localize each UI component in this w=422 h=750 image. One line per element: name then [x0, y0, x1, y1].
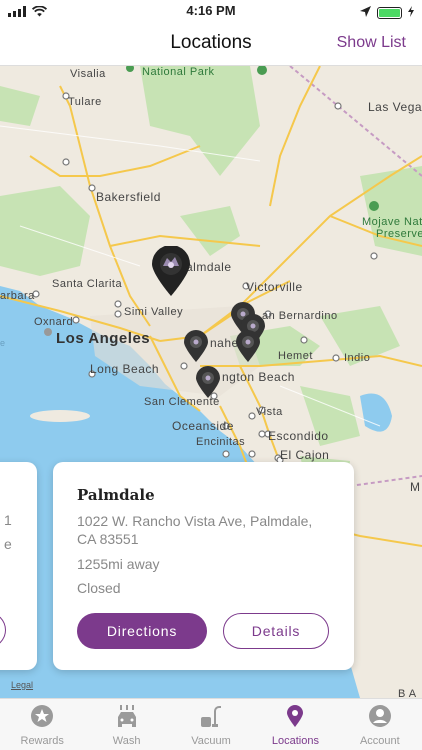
location-distance: 1255mi away	[77, 556, 160, 572]
show-list-button[interactable]: Show List	[337, 34, 406, 52]
map-label-los-angeles: Los Angeles	[56, 330, 151, 347]
tab-bar: Rewards Wash Vacuum Locations Account	[0, 698, 422, 750]
map-label-victorville: Victorville	[246, 280, 303, 294]
map-legal-link[interactable]: Legal	[11, 680, 33, 690]
tab-locations[interactable]: Locations	[253, 699, 337, 750]
tab-wash[interactable]: Wash	[84, 699, 168, 750]
charging-icon	[408, 4, 414, 22]
vacuum-icon	[199, 705, 223, 732]
map-label-visalia: Visalia	[70, 68, 106, 80]
car-wash-icon	[115, 705, 139, 732]
location-status: Closed	[77, 580, 121, 596]
map-label-encinitas: Encinitas	[196, 436, 246, 448]
map-label-huntington-beach: ngton Beach	[222, 370, 295, 384]
map-label-edge-e: e	[0, 338, 6, 348]
map-label-el-cajon: El Cajon	[280, 448, 330, 462]
map-label-long-beach: Long Beach	[90, 362, 160, 376]
tab-rewards-label: Rewards	[20, 735, 64, 747]
map-label-indio: Indio	[344, 352, 371, 364]
map-label-palmdale: almdale	[186, 260, 232, 274]
tab-locations-label: Locations	[271, 735, 319, 747]
map-label-bakersfield: Bakersfield	[96, 190, 161, 204]
map-label-san-bernardino: an Bernardino	[262, 310, 338, 322]
account-icon	[368, 705, 391, 732]
location-pin-icon	[287, 705, 304, 732]
tab-vacuum[interactable]: Vacuum	[169, 699, 253, 750]
map-label-vista: Vista	[256, 406, 283, 418]
prev-card-details-button[interactable]	[0, 612, 6, 648]
map-label-tulare: Tulare	[68, 96, 102, 108]
map-label-national-park: National Park	[142, 66, 215, 78]
details-button[interactable]: Details	[223, 613, 329, 649]
prev-card-address-fragment: 1	[4, 512, 12, 528]
tab-vacuum-label: Vacuum	[191, 735, 231, 747]
map-label-edge-ba: B A	[398, 688, 417, 698]
directions-button[interactable]: Directions	[77, 613, 207, 649]
map-label-santa-clarita: Santa Clarita	[52, 278, 123, 290]
map-label-simi-valley: Simi Valley	[124, 306, 184, 318]
tab-account-label: Account	[359, 735, 400, 747]
map-label-escondido: Escondido	[268, 429, 329, 443]
map-label-edge-m: M	[410, 480, 421, 494]
tab-account[interactable]: Account	[338, 699, 422, 750]
map-label-las-vegas: Las Vega	[368, 100, 422, 114]
map-label-hemet: Hemet	[278, 350, 313, 362]
prev-card-address-fragment-2: e	[4, 536, 12, 552]
navigation-bar: Locations Show List	[0, 22, 422, 66]
map-label-oxnard: Oxnard	[34, 316, 74, 328]
map-label-oceanside: Oceanside	[172, 419, 234, 433]
map-label-preserve: Preserve	[376, 228, 422, 240]
location-arrow-icon	[360, 4, 371, 22]
status-bar: 4:16 PM	[0, 0, 422, 22]
tab-rewards[interactable]: Rewards	[0, 699, 84, 750]
map-label-mojave: Mojave Natio	[362, 216, 422, 228]
location-address: 1022 W. Rancho Vista Ave, Palmdale, CA 8…	[77, 513, 313, 547]
status-right	[360, 4, 414, 22]
location-card[interactable]: Palmdale 1022 W. Rancho Vista Ave, Palmd…	[53, 462, 354, 670]
status-time: 4:16 PM	[186, 3, 236, 18]
map-label-barbara: arbara	[0, 290, 35, 302]
star-badge-icon	[31, 705, 54, 732]
battery-icon	[377, 7, 402, 19]
tab-wash-label: Wash	[112, 735, 141, 747]
location-name: Palmdale	[77, 486, 155, 504]
card-actions: Directions Details	[77, 613, 330, 649]
location-card-previous[interactable]: 1 e	[0, 462, 37, 670]
